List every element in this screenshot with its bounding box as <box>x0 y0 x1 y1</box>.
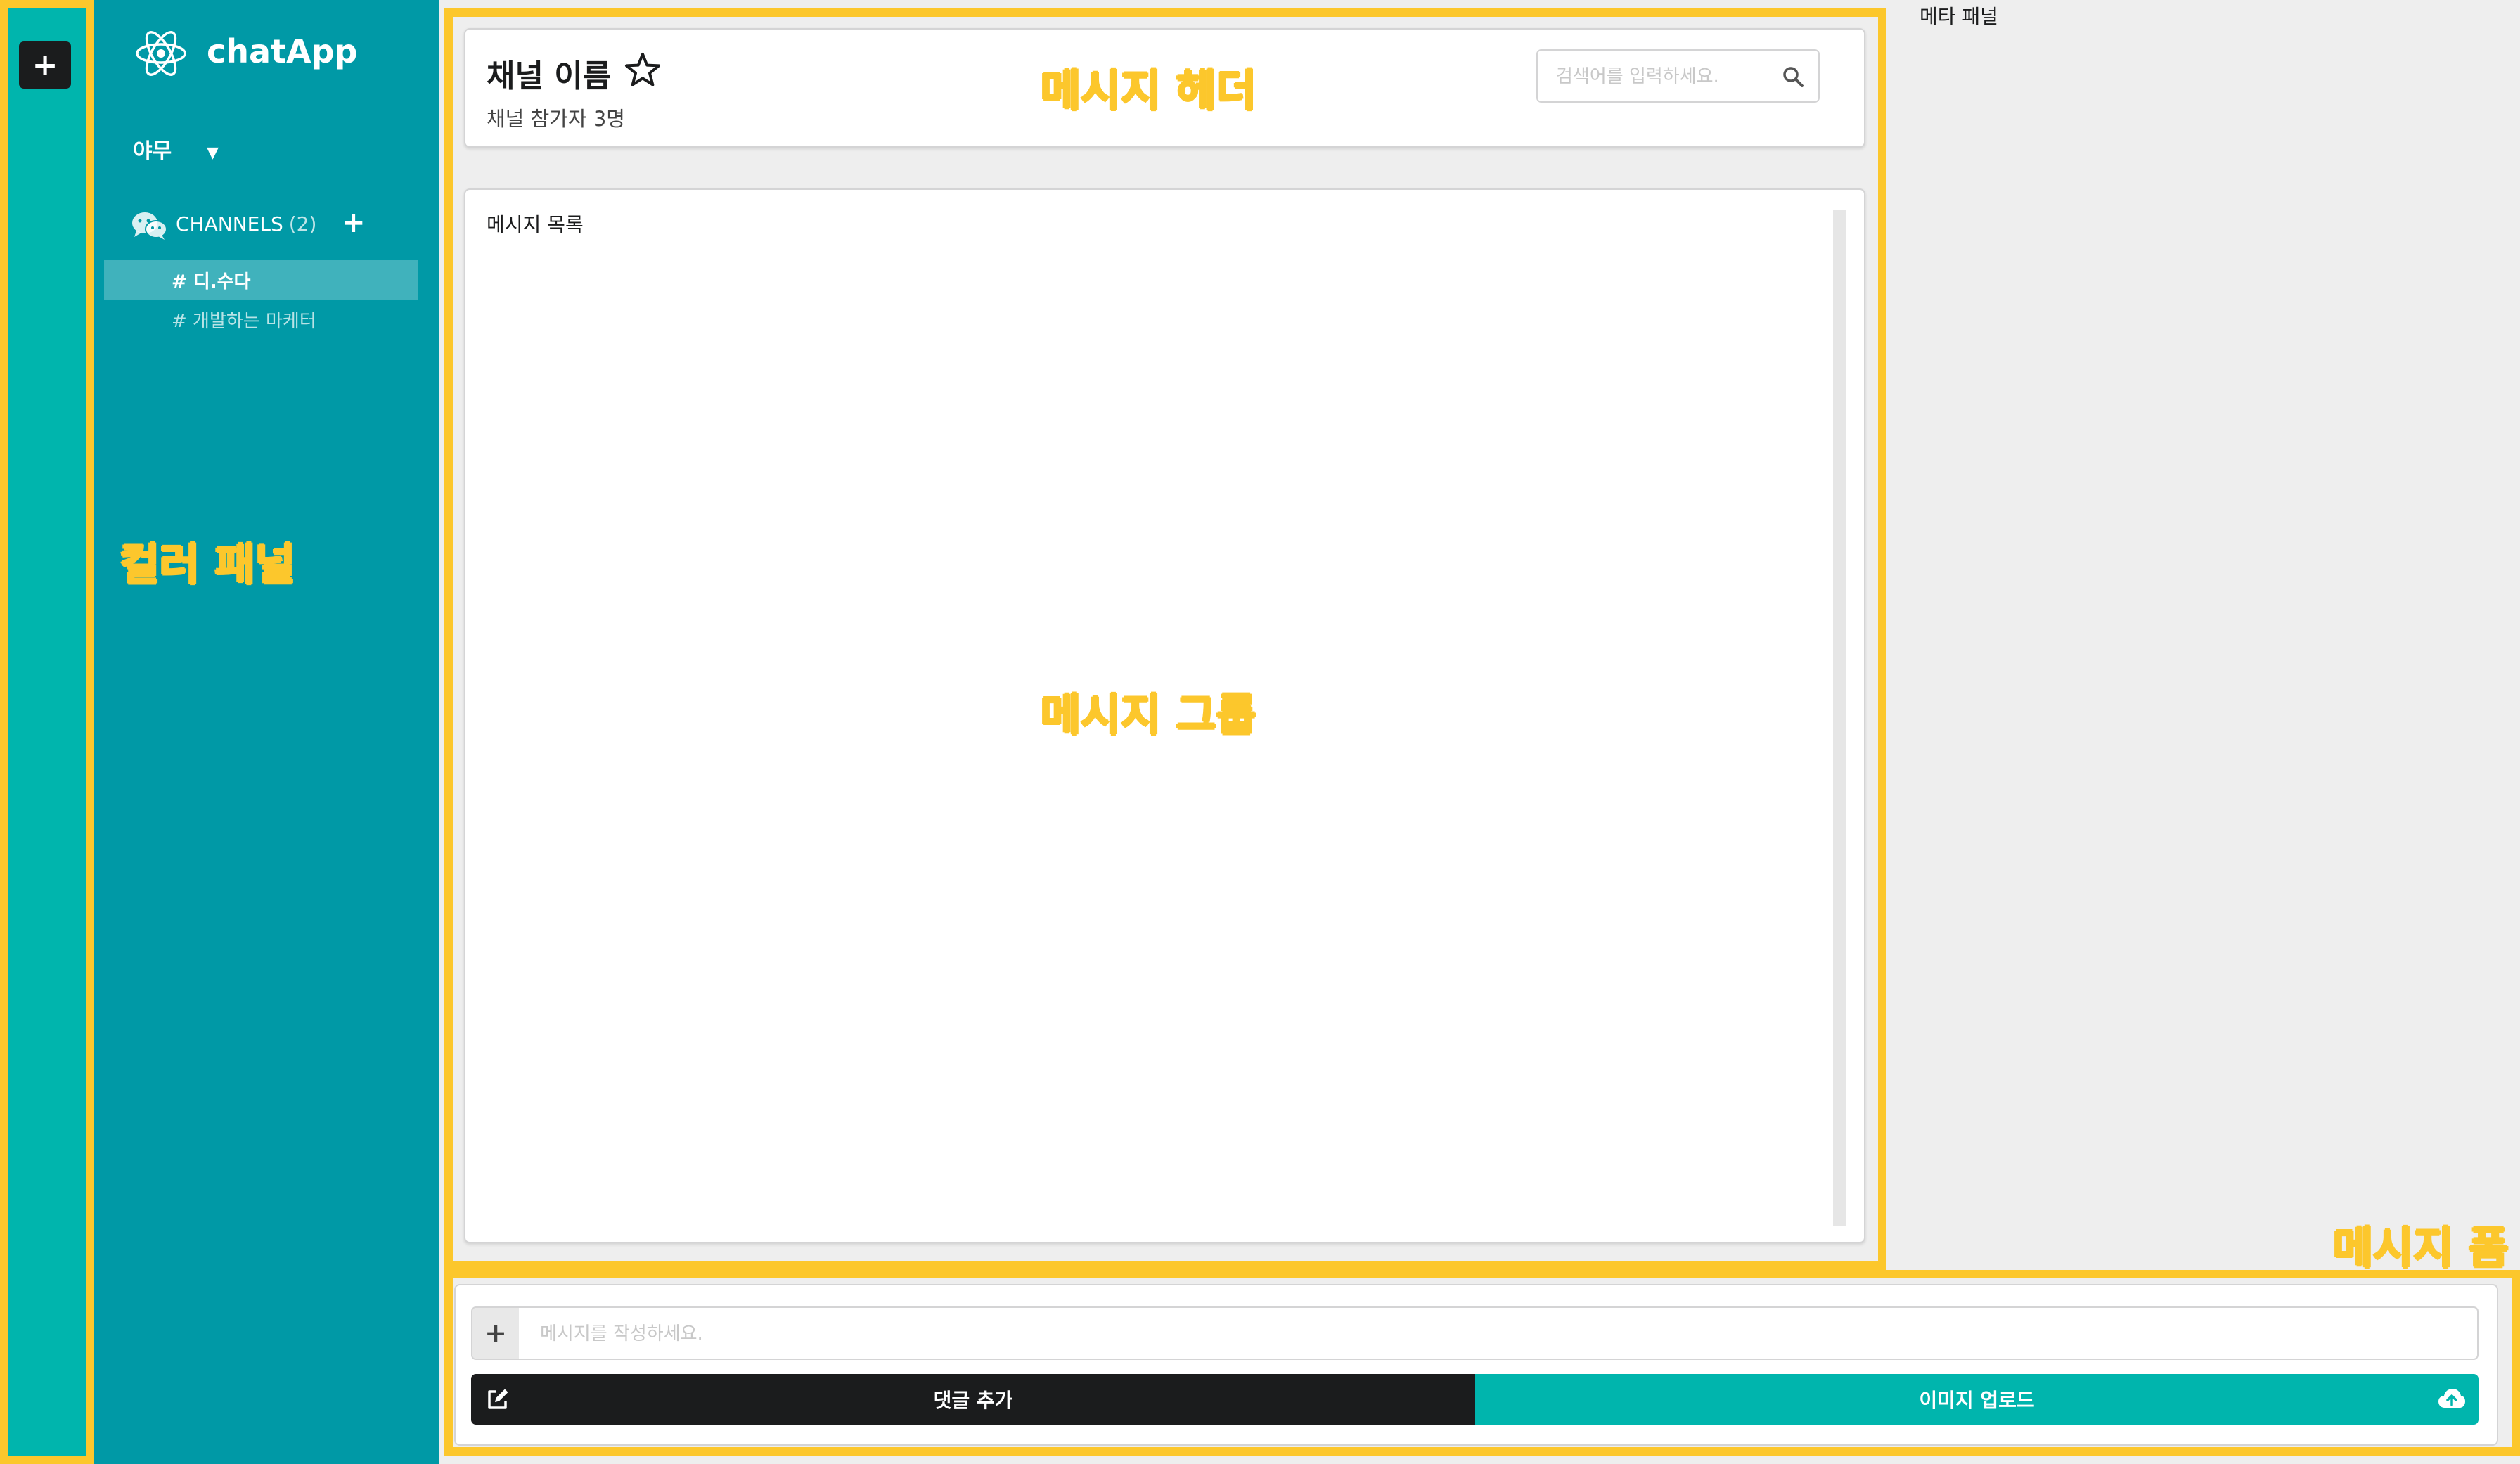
channel-item[interactable]: # 개발하는 마케터 <box>104 301 418 341</box>
add-channel-button[interactable]: + <box>342 207 366 239</box>
message-header-annotation: 메시지 헤더 <box>1041 65 1256 116</box>
channels-heading: CHANNELS (2) <box>176 212 316 236</box>
message-form-annotation: 메시지 폼 <box>2333 1222 2509 1273</box>
side-panel: chatApp 야무 ▼ CHANNELS (2) + # 디.수다 # 개발하는… <box>94 0 439 1464</box>
wechat-icon <box>132 212 167 240</box>
channel-item-active[interactable]: # 디.수다 <box>104 260 418 300</box>
message-group-annotation: 메시지 그룹 <box>1041 689 1256 740</box>
channel-item-label: # 개발하는 마케터 <box>172 311 316 332</box>
channels-count: (2) <box>288 212 317 236</box>
message-area-annotation-frame <box>444 8 1886 1270</box>
color-panel-annotation: 컬러 패널 <box>120 539 295 590</box>
user-name-dropdown[interactable]: 야무 <box>133 134 172 165</box>
app-title: chatApp <box>207 32 358 70</box>
caret-down-icon[interactable]: ▼ <box>207 144 219 162</box>
react-atom-icon <box>136 31 186 76</box>
color-panel-annotation-frame <box>0 0 94 1464</box>
channel-item-label: # 디.수다 <box>172 271 251 293</box>
channels-heading-label: CHANNELS <box>176 212 283 236</box>
meta-panel-label: 메타 패널 <box>1920 5 1998 28</box>
message-form-annotation-frame <box>444 1270 2520 1456</box>
